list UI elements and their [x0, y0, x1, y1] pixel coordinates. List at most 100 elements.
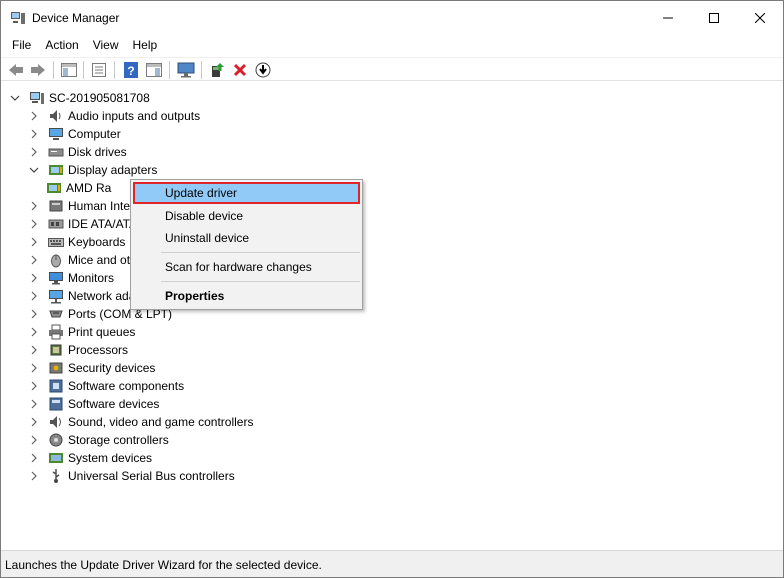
- tree-item[interactable]: System devices: [28, 449, 152, 467]
- chevron-right-icon[interactable]: [28, 452, 40, 464]
- help-icon[interactable]: ?: [121, 60, 141, 80]
- tree-item[interactable]: Monitors: [28, 269, 114, 287]
- tree-item[interactable]: Keyboards: [28, 233, 125, 251]
- chevron-right-icon[interactable]: [28, 326, 40, 338]
- mouse-icon: [48, 252, 64, 268]
- software-component-icon: [48, 378, 64, 394]
- context-uninstall-device[interactable]: Uninstall device: [133, 227, 360, 249]
- tree-item[interactable]: Software devices: [28, 395, 159, 413]
- chevron-right-icon[interactable]: [28, 416, 40, 428]
- download-icon[interactable]: [253, 60, 273, 80]
- menu-view[interactable]: View: [86, 35, 126, 55]
- toolbar-separator: [201, 61, 202, 79]
- tree-item-label: Network ada: [68, 289, 136, 303]
- tree-root[interactable]: SC-201905081708: [9, 89, 150, 107]
- tree-item-label: Keyboards: [68, 235, 126, 249]
- tree-item-label: Software components: [68, 379, 185, 393]
- chevron-right-icon[interactable]: [28, 236, 40, 248]
- chevron-right-icon[interactable]: [28, 434, 40, 446]
- menu-help[interactable]: Help: [126, 35, 165, 55]
- tree-item-label: System devices: [68, 451, 153, 465]
- tree-item-label: Security devices: [68, 361, 156, 375]
- chevron-right-icon[interactable]: [28, 290, 40, 302]
- title-bar: Device Manager: [1, 1, 783, 34]
- chevron-right-icon[interactable]: [28, 344, 40, 356]
- tree-root-label: SC-201905081708: [49, 91, 150, 105]
- chevron-right-icon[interactable]: [28, 272, 40, 284]
- menu-file[interactable]: File: [5, 35, 38, 55]
- properties-icon[interactable]: [89, 60, 109, 80]
- tree-item-label: AMD Ra: [66, 181, 112, 195]
- close-button[interactable]: [737, 1, 783, 34]
- chevron-right-icon[interactable]: [28, 254, 40, 266]
- tree-item[interactable]: Mice and ot: [28, 251, 130, 269]
- update-driver-icon[interactable]: [207, 60, 227, 80]
- context-separator: [161, 252, 360, 253]
- chevron-right-icon[interactable]: [28, 398, 40, 410]
- context-disable-device[interactable]: Disable device: [133, 205, 360, 227]
- tree-item[interactable]: Processors: [28, 341, 128, 359]
- tree-item-label: Audio inputs and outputs: [68, 109, 201, 123]
- toolbar: ?: [1, 57, 783, 81]
- chevron-down-icon[interactable]: [28, 164, 40, 176]
- chevron-right-icon[interactable]: [28, 380, 40, 392]
- window-title: Device Manager: [32, 11, 120, 25]
- toolbar-separator: [83, 61, 84, 79]
- toolbar-separator: [114, 61, 115, 79]
- context-properties[interactable]: Properties: [133, 285, 360, 307]
- context-scan-hardware[interactable]: Scan for hardware changes: [133, 256, 360, 278]
- chevron-right-icon[interactable]: [28, 128, 40, 140]
- tree-item-label: Computer: [68, 127, 121, 141]
- tree-item[interactable]: Human Inte: [28, 197, 130, 215]
- chevron-right-icon[interactable]: [28, 146, 40, 158]
- device-tree: SC-201905081708 Audio inputs and outputs…: [1, 82, 783, 550]
- monitor-icon[interactable]: [176, 60, 196, 80]
- tree-item-label: Display adapters: [68, 163, 158, 177]
- tree-item[interactable]: Storage controllers: [28, 431, 169, 449]
- tree-item[interactable]: Print queues: [28, 323, 135, 341]
- chevron-right-icon[interactable]: [28, 110, 40, 122]
- tree-item[interactable]: Security devices: [28, 359, 155, 377]
- tree-item[interactable]: Sound, video and game controllers: [28, 413, 253, 431]
- context-separator: [161, 281, 360, 282]
- tree-item[interactable]: Display adapters: [28, 161, 157, 179]
- minimize-button[interactable]: [645, 1, 691, 34]
- tree-item[interactable]: Network ada: [28, 287, 135, 305]
- tree-item[interactable]: Disk drives: [28, 143, 127, 161]
- menu-action[interactable]: Action: [38, 35, 85, 55]
- tree-item-label: Storage controllers: [68, 433, 169, 447]
- show-hide-tree-icon[interactable]: [59, 60, 79, 80]
- tree-item[interactable]: Computer: [28, 125, 121, 143]
- tree-item[interactable]: IDE ATA/ATA: [28, 215, 137, 233]
- chevron-down-icon[interactable]: [9, 92, 21, 104]
- chevron-right-icon[interactable]: [28, 200, 40, 212]
- chevron-right-icon[interactable]: [28, 362, 40, 374]
- tree-item-label: Print queues: [68, 325, 136, 339]
- back-arrow-icon[interactable]: [6, 60, 26, 80]
- chevron-right-icon[interactable]: [28, 308, 40, 320]
- uninstall-icon[interactable]: [230, 60, 250, 80]
- tree-child-item[interactable]: AMD Ra: [46, 179, 111, 197]
- tree-item-label: Software devices: [68, 397, 160, 411]
- svg-text:?: ?: [127, 64, 134, 78]
- port-icon: [48, 306, 64, 322]
- tree-item-label: Monitors: [68, 271, 115, 285]
- menu-bar: File Action View Help: [1, 34, 783, 56]
- chevron-right-icon[interactable]: [28, 470, 40, 482]
- action-pane-icon[interactable]: [144, 60, 164, 80]
- status-text: Launches the Update Driver Wizard for th…: [5, 558, 322, 572]
- tree-item[interactable]: Software components: [28, 377, 184, 395]
- disk-drive-icon: [48, 144, 64, 160]
- context-update-driver[interactable]: Update driver: [133, 182, 360, 204]
- maximize-button[interactable]: [691, 1, 737, 34]
- computer-icon: [48, 126, 64, 142]
- forward-arrow-icon[interactable]: [28, 60, 48, 80]
- tree-item[interactable]: Audio inputs and outputs: [28, 107, 200, 125]
- speaker-icon: [48, 108, 64, 124]
- display-adapter-icon: [48, 162, 64, 178]
- chevron-right-icon[interactable]: [28, 218, 40, 230]
- processor-icon: [48, 342, 64, 358]
- device-manager-window: Device Manager File Action View Help ? S…: [0, 0, 784, 578]
- tree-item[interactable]: Universal Serial Bus controllers: [28, 467, 235, 485]
- toolbar-separator: [53, 61, 54, 79]
